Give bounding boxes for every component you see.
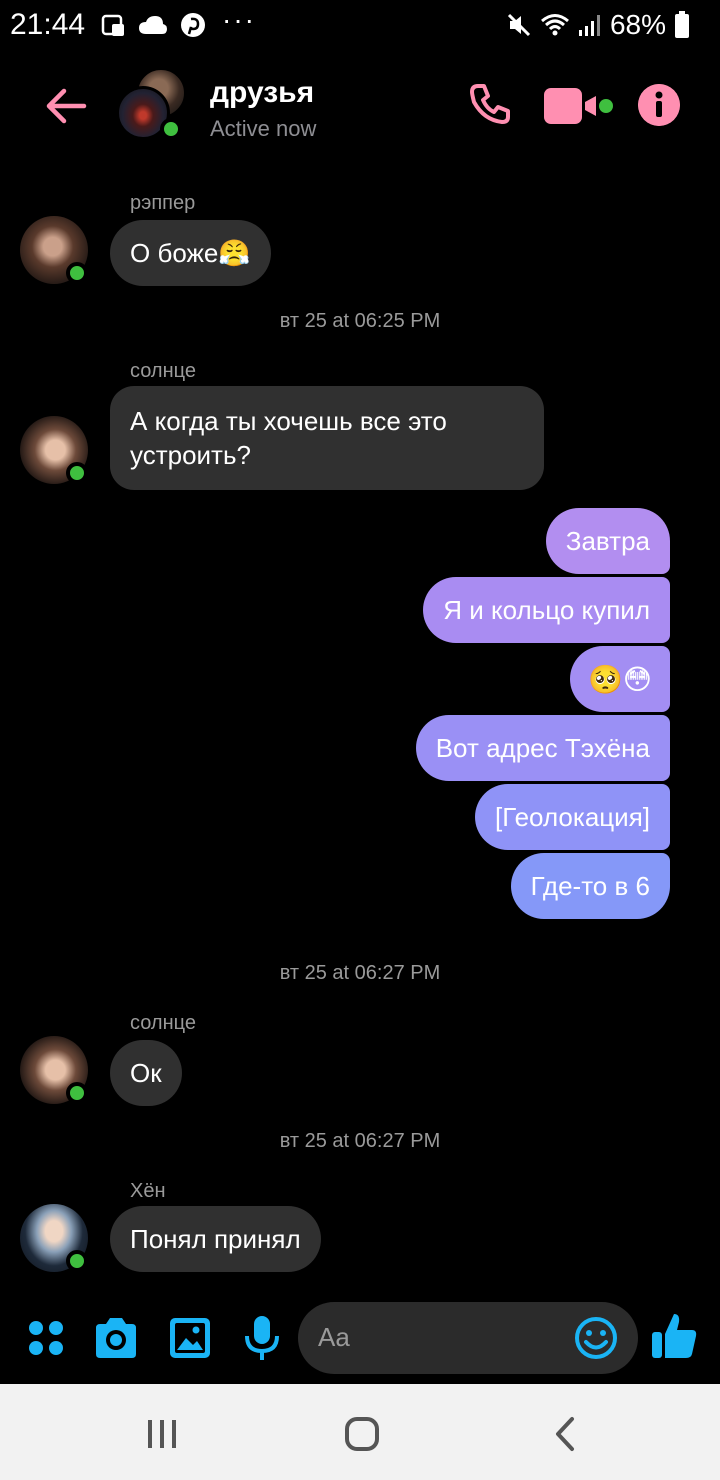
emoji-icon[interactable]: [574, 1316, 618, 1360]
incoming-message[interactable]: А когда ты хочешь все это устроить?: [110, 386, 544, 490]
incoming-message[interactable]: О боже😤: [110, 220, 271, 286]
pinterest-icon: [181, 13, 205, 37]
message-timestamp: вт 25 at 06:25 PM: [279, 310, 441, 332]
status-bar: 21:44 ··· 68%: [0, 0, 720, 52]
info-icon[interactable]: [638, 84, 680, 126]
message-placeholder: Aa: [318, 1322, 350, 1352]
outgoing-message[interactable]: Завтра: [545, 508, 670, 574]
message-timestamp: вт 25 at 06:27 PM: [279, 1130, 441, 1152]
avatar[interactable]: [20, 416, 88, 484]
outgoing-message[interactable]: [Геолокация]: [475, 784, 670, 850]
active-status: Active now: [210, 116, 317, 141]
chat-title[interactable]: друзья: [210, 76, 314, 110]
battery-percent: 68%: [609, 9, 666, 40]
outgoing-message[interactable]: Я и кольцо купил: [423, 577, 670, 643]
outgoing-message[interactable]: Вот адрес Тэхёна: [415, 715, 670, 781]
avatar[interactable]: [20, 1204, 88, 1272]
sender-name: солнце: [130, 360, 196, 382]
outgoing-message[interactable]: 🥺😳: [569, 646, 670, 712]
notification-icon: [101, 14, 124, 36]
phone-icon[interactable]: [468, 82, 512, 126]
microphone-icon[interactable]: [238, 1314, 286, 1362]
chat-header: друзья Active now: [0, 56, 720, 156]
online-indicator: [66, 262, 88, 284]
group-avatar[interactable]: [116, 68, 188, 140]
sender-name: рэппер: [130, 192, 196, 214]
incoming-message[interactable]: Ок: [110, 1040, 182, 1106]
cloud-icon: [139, 16, 167, 34]
outgoing-message[interactable]: Где-то в 6: [510, 853, 670, 919]
status-more-dots: ···: [222, 4, 256, 35]
thumbs-up-icon[interactable]: [650, 1310, 698, 1362]
back-arrow-icon[interactable]: [44, 84, 88, 128]
online-indicator: [160, 118, 182, 140]
battery-icon: [675, 11, 689, 38]
message-composer: Aa: [0, 1296, 720, 1384]
camera-icon[interactable]: [92, 1314, 140, 1362]
home-icon[interactable]: [342, 1414, 382, 1454]
mute-icon: [507, 13, 531, 37]
apps-grid-icon[interactable]: [22, 1314, 70, 1362]
avatar[interactable]: [20, 216, 88, 284]
sender-name: Хён: [130, 1180, 166, 1202]
video-camera-icon[interactable]: [544, 86, 616, 126]
status-time: 21:44: [10, 8, 86, 41]
recent-apps-icon[interactable]: [142, 1414, 182, 1454]
online-indicator: [66, 462, 88, 484]
signal-icon: [578, 15, 600, 36]
sender-name: солнце: [130, 1012, 196, 1034]
avatar[interactable]: [20, 1036, 88, 1104]
navigation-bar: [0, 1384, 720, 1480]
online-indicator: [66, 1250, 88, 1272]
back-icon[interactable]: [546, 1414, 586, 1454]
wifi-icon: [540, 14, 569, 36]
online-indicator: [66, 1082, 88, 1104]
incoming-message[interactable]: Понял принял: [110, 1206, 321, 1272]
gallery-icon[interactable]: [166, 1314, 214, 1362]
message-timestamp: вт 25 at 06:27 PM: [279, 962, 441, 984]
message-input[interactable]: Aa: [298, 1302, 638, 1374]
